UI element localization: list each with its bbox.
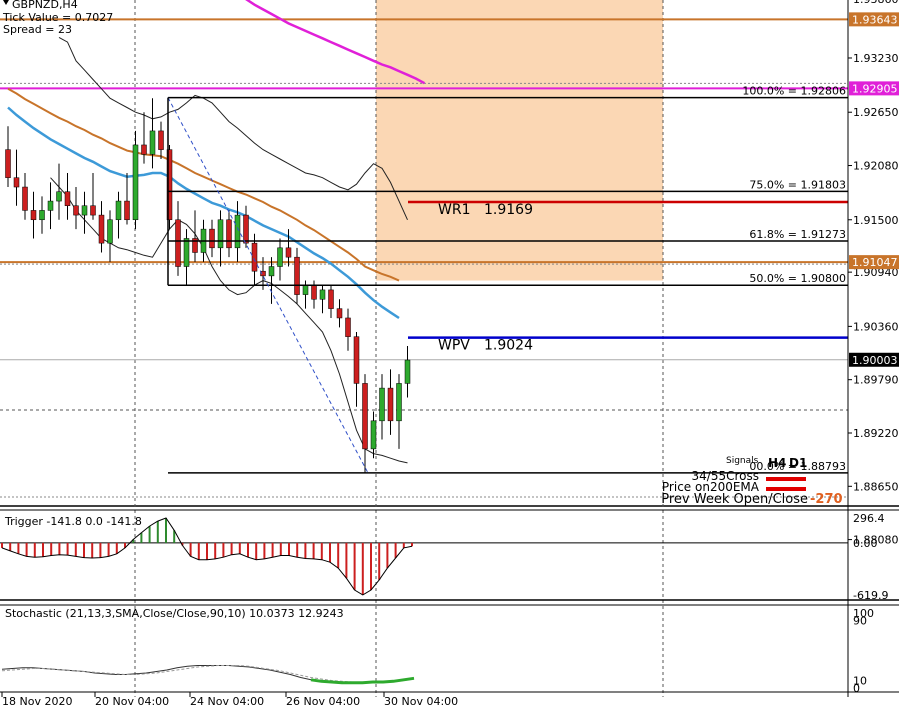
supply-zone-rect	[376, 0, 663, 281]
candle-body	[217, 219, 224, 249]
candle-body	[56, 191, 62, 202]
candle-body	[336, 308, 343, 319]
pivot-name: WR1	[438, 202, 470, 218]
time-tick-label: 30 Nov 04:00	[384, 695, 458, 705]
trading-chart[interactable]: 100.0% = 1.92806 75.0% = 1.91803 61.8% = 1…	[0, 0, 899, 705]
fib-level-label: 61.8% = 1.91273	[749, 228, 846, 241]
candle-body	[226, 219, 232, 249]
candle-body	[175, 219, 181, 267]
time-axis: 18 Nov 2020 20 Nov 04:00 24 Nov 04:00 26 No…	[1, 692, 458, 705]
stochastic-line	[1, 665, 415, 684]
price-tick-label: 1.92650	[853, 106, 899, 119]
candle-body	[396, 383, 402, 422]
candle-body	[132, 144, 139, 221]
spread-label: Spread = 23	[3, 23, 72, 36]
price-tick-label: 1.90360	[853, 320, 899, 333]
candle-body	[39, 210, 45, 221]
candle-body	[183, 238, 190, 267]
fib-level-label: 100.0% = 1.92806	[742, 85, 846, 98]
price-tick-label: 1.92080	[853, 160, 899, 173]
candle-body	[302, 284, 309, 295]
candle-body	[64, 191, 71, 206]
pivot-value: 1.9024	[484, 338, 533, 354]
pivot-name: WPV	[438, 338, 470, 354]
candle-body	[387, 387, 394, 422]
candle-body	[141, 144, 147, 155]
pivot-value: 1.9169	[484, 202, 533, 218]
symbol-label: GBPNZD,H4	[12, 0, 78, 11]
candle-body	[115, 200, 122, 221]
trigger-tick-label: 296.4	[853, 512, 885, 525]
price-tag-label: 1.91047	[852, 256, 898, 269]
stochastic-tick-label: 0	[853, 682, 860, 695]
candle-body	[268, 266, 275, 277]
price-tag-label: 1.92905	[852, 82, 898, 95]
candle-body	[98, 214, 105, 244]
signals-title: Signals	[726, 456, 759, 466]
candle-body	[311, 284, 317, 300]
candle-body	[149, 130, 156, 155]
candle-body	[345, 317, 351, 337]
candle-body	[251, 242, 258, 272]
candle-body	[30, 210, 37, 221]
candle-body	[277, 247, 283, 267]
fib-level-label: 50.0% = 1.90800	[749, 272, 846, 285]
signal-bar-h4	[766, 477, 806, 481]
stochastic-tick-label: 90	[853, 615, 867, 628]
signal-row-label: Prev Week Open/Close	[661, 492, 808, 507]
time-tick-label: 26 Nov 04:00	[286, 695, 360, 705]
candle-body	[319, 289, 326, 300]
candle-body	[353, 336, 360, 384]
candle-body	[124, 200, 130, 221]
fib-level-label: 75.0% = 1.91803	[749, 178, 846, 191]
time-tick-label: 18 Nov 2020	[2, 695, 72, 705]
candle-body	[294, 256, 300, 295]
candle-body	[209, 228, 215, 249]
stochastic-line	[1, 665, 415, 683]
candle-body	[22, 186, 28, 211]
price-tick-label: 1.93230	[853, 52, 899, 65]
time-tick-label: 20 Nov 04:00	[95, 695, 169, 705]
trigger-tick-label: 0.00	[853, 537, 878, 550]
signals-col-d1: D1	[789, 456, 807, 470]
price-tag-label: 1.93643	[852, 13, 898, 26]
candle-body	[13, 177, 20, 188]
price-tick-label: 1.88650	[853, 480, 899, 493]
trigger-tick-label: -619.9	[853, 589, 888, 602]
candle-body	[73, 205, 79, 216]
signals-col-h4: H4	[768, 456, 786, 470]
candle-body	[404, 359, 411, 384]
signal-row-value: -270	[810, 492, 843, 507]
price-tick-label: 1.89220	[853, 427, 899, 440]
candle-body	[362, 383, 368, 450]
candle-body	[47, 200, 54, 211]
price-tags: 1.93643 1.92905 1.91047 1.90003	[849, 12, 899, 367]
candle-body	[234, 214, 241, 249]
price-tick-label: 1.91500	[853, 214, 899, 227]
stochastic-oversold-highlight	[310, 676, 415, 685]
price-tag-label: 1.90003	[852, 354, 898, 367]
signal-bar-d1	[766, 487, 806, 491]
candle-body	[285, 247, 292, 258]
time-tick-label: 24 Nov 04:00	[190, 695, 264, 705]
price-tick-label: 1.93860	[853, 0, 899, 6]
candle-body	[370, 420, 377, 450]
stochastic-title: Stochastic (21,13,3,SMA,Close/Close,90,1…	[5, 607, 344, 620]
candle-body	[243, 214, 249, 244]
candle-body	[5, 149, 11, 178]
candle-body	[328, 289, 334, 309]
price-tick-label: 1.89790	[853, 374, 899, 387]
candle-body	[81, 205, 88, 216]
trigger-title: Trigger -141.8 0.0 -141.8	[4, 515, 142, 528]
candle-body	[107, 219, 113, 244]
candle-body	[90, 205, 96, 216]
candle-body	[158, 130, 164, 150]
supply-zone	[376, 0, 663, 281]
candle-body	[379, 387, 385, 422]
